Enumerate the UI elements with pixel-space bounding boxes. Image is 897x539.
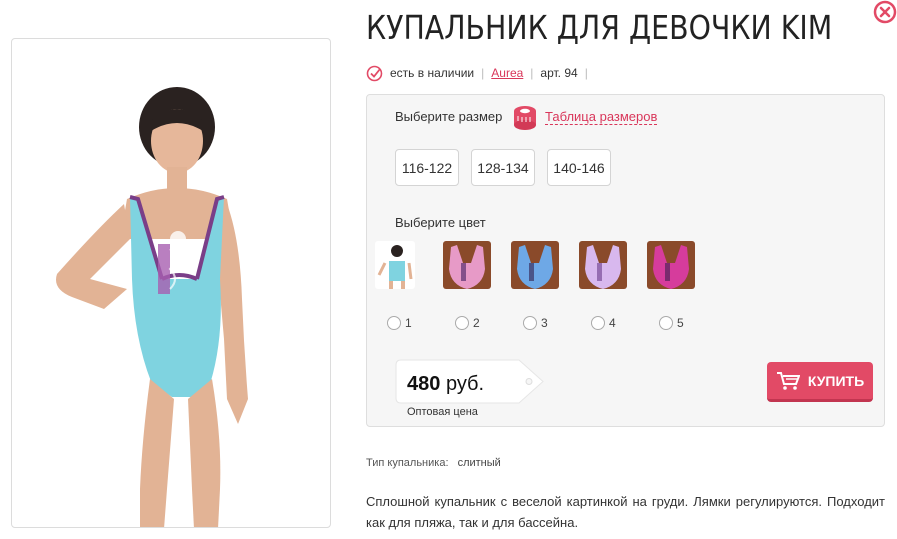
color-radio[interactable]	[591, 316, 605, 330]
color-radio[interactable]	[523, 316, 537, 330]
cart-icon	[776, 371, 800, 390]
size-label: Выберите размер	[395, 109, 503, 124]
divider: |	[584, 66, 588, 80]
buy-button[interactable]: КУПИТЬ	[767, 362, 873, 402]
color-option-4[interactable]: 4	[591, 316, 616, 330]
zoom-button[interactable]	[264, 463, 312, 511]
color-radio[interactable]	[387, 316, 401, 330]
color-option-5[interactable]: 5	[659, 316, 684, 330]
size-option-140-146[interactable]: 140-146	[547, 149, 611, 186]
page-title: КУПАЛЬНИК ДЛЯ ДЕВОЧКИ KIM	[366, 8, 833, 47]
article-number: арт. 94	[540, 66, 578, 80]
swatch-image	[377, 245, 413, 289]
product-photo	[56, 87, 248, 527]
color-option-1[interactable]: 1	[387, 316, 412, 330]
color-swatch-2[interactable]	[443, 241, 491, 289]
color-option-2[interactable]: 2	[455, 316, 480, 330]
product-options-panel: Выберите размер Таблица размеров 116-122…	[366, 94, 885, 427]
close-icon	[873, 0, 897, 24]
product-meta: есть в наличии | Aurea | арт. 94 |	[366, 64, 595, 82]
color-swatch-4[interactable]	[579, 241, 627, 289]
check-circle-icon	[366, 65, 383, 81]
price: 480 руб.	[407, 373, 484, 396]
size-option-116-122[interactable]: 116-122	[395, 149, 459, 186]
availability-status: есть в наличии	[390, 66, 475, 80]
buy-label: КУПИТЬ	[807, 372, 865, 389]
swatch-image	[647, 241, 695, 289]
color-swatch-1[interactable]	[375, 241, 415, 289]
attribute-value: слитный	[457, 457, 501, 469]
color-number: 5	[677, 316, 684, 330]
color-number: 1	[405, 316, 412, 330]
size-option-128-134[interactable]: 128-134	[471, 149, 535, 186]
brand-link[interactable]: Aurea	[491, 66, 523, 80]
color-radio[interactable]	[455, 316, 469, 330]
attribute-label: Тип купальника:	[366, 457, 449, 469]
color-swatch-5[interactable]	[647, 241, 695, 289]
color-swatch-3[interactable]	[511, 241, 559, 289]
divider: |	[530, 66, 534, 80]
size-table-label: Таблица размеров	[545, 109, 658, 125]
swatch-image	[443, 241, 491, 289]
color-label: Выберите цвет	[395, 215, 486, 230]
color-number: 2	[473, 316, 480, 330]
magnifier-icon	[268, 467, 310, 509]
color-number: 4	[609, 316, 616, 330]
color-number: 3	[541, 316, 548, 330]
size-table-link[interactable]: Таблица размеров	[511, 103, 658, 131]
color-radio[interactable]	[659, 316, 673, 330]
price-amount: 480	[407, 373, 441, 395]
price-currency: руб.	[445, 373, 485, 395]
divider: |	[481, 66, 485, 80]
color-option-3[interactable]: 3	[523, 316, 548, 330]
swatch-image	[579, 241, 627, 289]
close-button[interactable]	[873, 0, 897, 24]
swatch-image	[511, 241, 559, 289]
product-description: Сплошной купальник с веселой картинкой н…	[366, 494, 885, 530]
measuring-tape-icon	[514, 106, 536, 130]
swimsuit-type: Тип купальника: слитный	[366, 457, 501, 469]
product-image-frame[interactable]	[11, 38, 331, 528]
price-note: Оптовая цена	[407, 406, 478, 418]
